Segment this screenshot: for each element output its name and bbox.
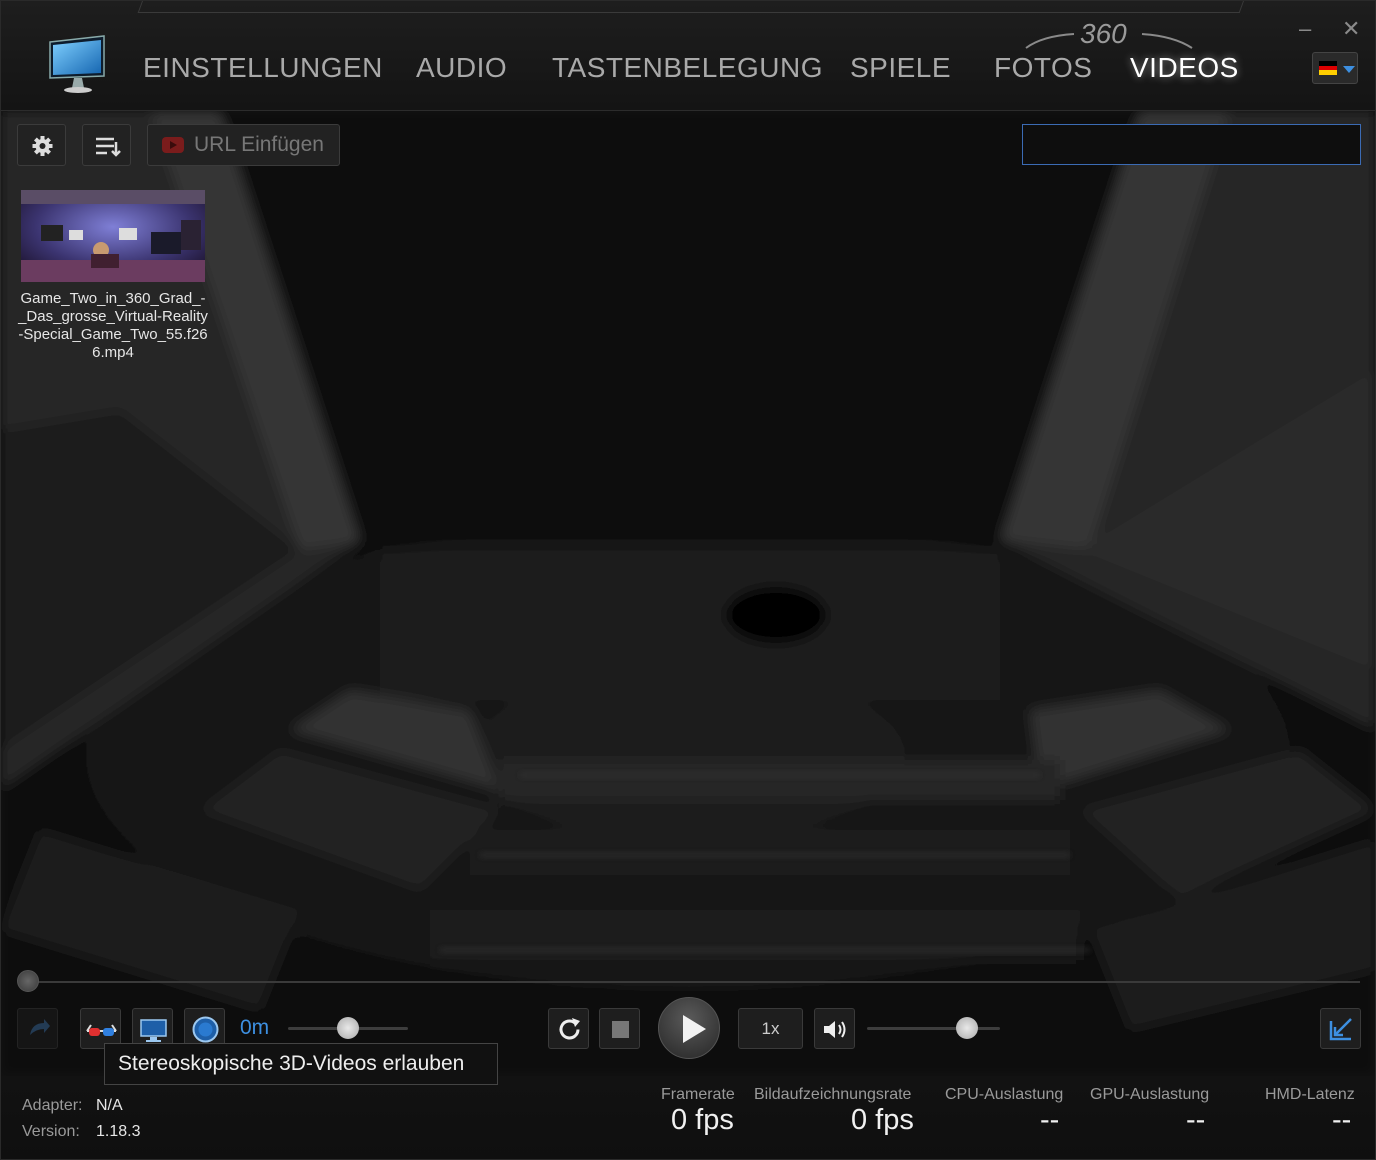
settings-button[interactable] <box>17 124 66 166</box>
share-icon <box>30 1019 50 1035</box>
framerate-value: 0 fps <box>671 1104 734 1136</box>
video-filename[interactable]: Game_Two_in_360_Grad_-_Das_grosse_Virtua… <box>18 290 208 362</box>
play-button[interactable] <box>658 997 720 1059</box>
tab-einstellungen[interactable]: EINSTELLUNGEN <box>143 52 383 84</box>
header-decoration <box>137 0 1245 13</box>
sort-button[interactable] <box>82 124 131 166</box>
volume-button[interactable] <box>814 1008 855 1049</box>
url-insert-button[interactable]: URL Einfügen <box>147 124 340 166</box>
tab-videos[interactable]: VIDEOS <box>1130 52 1239 84</box>
monitor-logo-icon <box>46 32 110 96</box>
tab-fotos[interactable]: FOTOS <box>994 52 1092 84</box>
framerate-label: Framerate <box>661 1086 735 1103</box>
header-bar: EINSTELLUNGEN AUDIO TASTENBELEGUNG SPIEL… <box>0 0 1376 111</box>
collapse-button[interactable] <box>1320 1008 1361 1049</box>
german-flag-icon <box>1319 61 1337 75</box>
hmd-latency-label: HMD-Latenz <box>1265 1086 1355 1103</box>
replay-button[interactable] <box>548 1008 589 1049</box>
minimize-icon[interactable]: – <box>1299 16 1311 42</box>
external-button[interactable] <box>17 1008 58 1049</box>
capture-rate-label: Bildaufzeichnungsrate <box>754 1086 912 1103</box>
gear-icon <box>32 136 53 156</box>
sort-icon <box>96 137 121 157</box>
distance-slider-handle[interactable] <box>337 1017 359 1039</box>
stop-icon <box>612 1021 629 1038</box>
tab-spiele[interactable]: SPIELE <box>850 52 951 84</box>
stereo-3d-tooltip: Stereoskopische 3D-Videos erlauben <box>104 1043 498 1085</box>
distance-readout: 0m <box>240 1016 270 1039</box>
gpu-load-label: GPU-Auslastung <box>1090 1086 1210 1103</box>
volume-slider-track[interactable] <box>867 1027 1000 1030</box>
url-insert-label: URL Einfügen <box>194 133 324 156</box>
adapter-label: Adapter: <box>22 1097 83 1114</box>
play-icon <box>683 1015 706 1043</box>
speaker-icon <box>824 1021 846 1038</box>
badge-360: 360 <box>1022 18 1197 54</box>
close-icon[interactable]: ✕ <box>1342 16 1360 42</box>
language-selector[interactable] <box>1312 52 1358 84</box>
stop-button[interactable] <box>599 1008 640 1049</box>
chevron-down-icon <box>1343 66 1355 73</box>
search-input[interactable] <box>1022 124 1361 165</box>
youtube-icon <box>162 137 184 153</box>
volume-slider-handle[interactable] <box>955 1017 978 1039</box>
gpu-load-value: -- <box>1186 1104 1206 1136</box>
cpu-load-label: CPU-Auslastung <box>945 1086 1064 1103</box>
speed-button[interactable]: 1x <box>738 1008 803 1049</box>
video-thumbnail[interactable] <box>21 190 205 282</box>
tab-audio[interactable]: AUDIO <box>416 52 507 84</box>
hmd-latency-value: -- <box>1332 1104 1352 1136</box>
version-label: Version: <box>22 1123 80 1140</box>
collapse-arrow-icon <box>1329 1018 1352 1041</box>
tab-tastenbelegung[interactable]: TASTENBELEGUNG <box>552 52 823 84</box>
badge-360-label: 360 <box>1080 18 1127 49</box>
capture-rate-value: 0 fps <box>851 1104 914 1136</box>
seek-track[interactable] <box>22 981 1360 983</box>
repeat-icon <box>559 1018 580 1040</box>
seek-handle[interactable] <box>17 970 39 992</box>
cpu-load-value: -- <box>1040 1104 1060 1136</box>
version-value: 1.18.3 <box>96 1123 141 1140</box>
virtual-cinema-background <box>0 110 1376 1076</box>
adapter-value: N/A <box>96 1097 123 1114</box>
